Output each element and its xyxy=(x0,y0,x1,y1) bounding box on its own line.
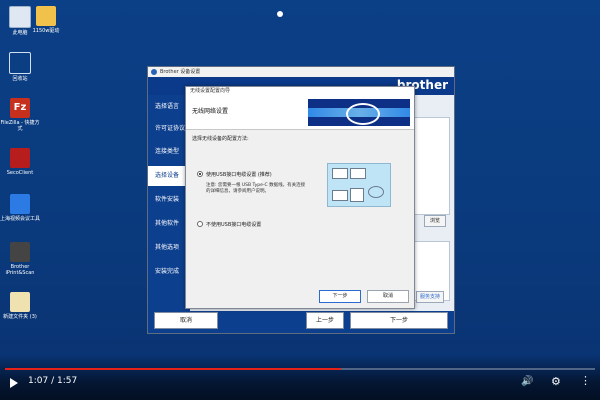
desktop-icon-label: Brother iPrint&Scan xyxy=(5,264,35,276)
desktop-icon-label: FileZilla - 快捷方式 xyxy=(0,120,40,132)
folder-icon xyxy=(36,6,56,26)
nav-step-other-software: 其他软件 xyxy=(155,220,180,227)
no-usb-setup-label[interactable]: 不使用USB接口电缆设置 xyxy=(206,221,261,228)
recycle-bin-icon xyxy=(9,52,31,74)
video-camera-icon xyxy=(10,194,30,214)
desktop-icon-label: 上海视频会议工具 xyxy=(0,216,41,222)
indicator-dot xyxy=(277,11,283,17)
back-button[interactable]: 上一步 xyxy=(306,312,344,329)
usb-cable-illustration xyxy=(368,186,384,198)
wireless-banner xyxy=(308,99,410,126)
no-usb-setup-radio[interactable] xyxy=(197,221,203,227)
nav-step-other-options: 其他选项 xyxy=(155,244,180,251)
nav-step-select-device: 选择设备 xyxy=(148,166,190,186)
next-button[interactable]: 下一步 xyxy=(350,312,448,329)
nav-step-language: 选择语言 xyxy=(155,103,180,110)
more-options-icon[interactable]: ⋮ xyxy=(580,375,591,386)
printer-illustration xyxy=(350,168,366,179)
dialog-header: 无线网络设置 xyxy=(186,96,414,130)
window-titlebar: Brother 设备设置 xyxy=(148,67,454,77)
video-progress-bar[interactable] xyxy=(5,368,595,370)
desktop-icon-brother-iprint[interactable]: Brother iPrint&Scan xyxy=(0,242,40,276)
desktop-icon-label: 1150w驱动 xyxy=(32,28,60,34)
shield-icon xyxy=(10,148,30,168)
printer-illustration xyxy=(332,168,348,179)
nav-step-software-install: 软件安装 xyxy=(155,196,180,203)
desktop-icon-recycle-bin[interactable]: 回收站 xyxy=(0,52,40,82)
usb-setup-radio[interactable] xyxy=(197,171,203,177)
usb-connection-illustration xyxy=(327,163,391,207)
support-link[interactable]: 服务支持 xyxy=(416,291,444,303)
dialog-cancel-button[interactable]: 取消 xyxy=(367,290,409,303)
app-icon xyxy=(151,69,157,75)
nav-step-connection: 连接类型 xyxy=(155,148,180,155)
settings-gear-icon[interactable]: ⚙ xyxy=(551,376,561,387)
printer-icon xyxy=(10,242,30,262)
zip-folder-icon xyxy=(10,292,30,312)
nav-step-license: 许可证协议 xyxy=(155,125,186,132)
computer-illustration xyxy=(350,188,364,202)
desktop-icon-label: 回收站 xyxy=(12,76,28,82)
dialog-header-title: 无线网络设置 xyxy=(192,108,229,115)
usb-setup-label[interactable]: 使用USB接口电缆设置 (推荐) xyxy=(206,171,272,178)
desktop-icon-label: 新建文件夹 (3) xyxy=(3,314,37,320)
desktop-icon-label: SecoClient xyxy=(6,170,34,176)
desktop-icon-video-meeting[interactable]: 上海视频会议工具 xyxy=(0,194,40,222)
desktop-icon-secoclient[interactable]: SecoClient xyxy=(0,148,40,176)
video-time: 1:07 / 1:57 xyxy=(28,376,78,386)
filezilla-icon: Fz xyxy=(10,98,30,118)
video-controls-overlay xyxy=(0,355,600,400)
volume-icon[interactable]: 🔊 xyxy=(521,377,533,387)
device-list-box[interactable] xyxy=(414,117,450,215)
desktop-icon-driver-folder[interactable]: 1150w驱动 xyxy=(26,6,66,34)
wireless-setup-dialog: 无线设置配置向导 无线网络设置 选择无线设备的配置方法: 使用USB接口电缆设置… xyxy=(185,86,415,309)
cancel-button[interactable]: 取消 xyxy=(154,312,218,329)
desktop-icon-filezilla[interactable]: Fz FileZilla - 快捷方式 xyxy=(0,98,40,132)
laptop-illustration xyxy=(332,190,348,201)
video-progress-fill xyxy=(5,368,342,370)
setup-step-nav: 选择语言 许可证协议 连接类型 选择设备 软件安装 其他软件 其他选项 安装完成 xyxy=(148,95,190,333)
config-method-prompt: 选择无线设备的配置方法: xyxy=(192,136,249,142)
desktop-icon-new-folder[interactable]: 新建文件夹 (3) xyxy=(0,292,40,320)
wireless-logo-icon xyxy=(346,103,380,125)
play-icon[interactable] xyxy=(10,378,18,388)
dialog-next-button[interactable]: 下一步 xyxy=(319,290,361,303)
nav-step-finish: 安装完成 xyxy=(155,268,180,275)
window-title: Brother 设备设置 xyxy=(160,69,201,75)
browse-button[interactable]: 浏览 xyxy=(424,215,446,227)
dialog-title: 无线设置配置向导 xyxy=(186,87,414,96)
usb-note: 注意: 您需要一根 USB Type-C 数据线。有关连接的详细信息，请参阅用户… xyxy=(206,183,306,194)
